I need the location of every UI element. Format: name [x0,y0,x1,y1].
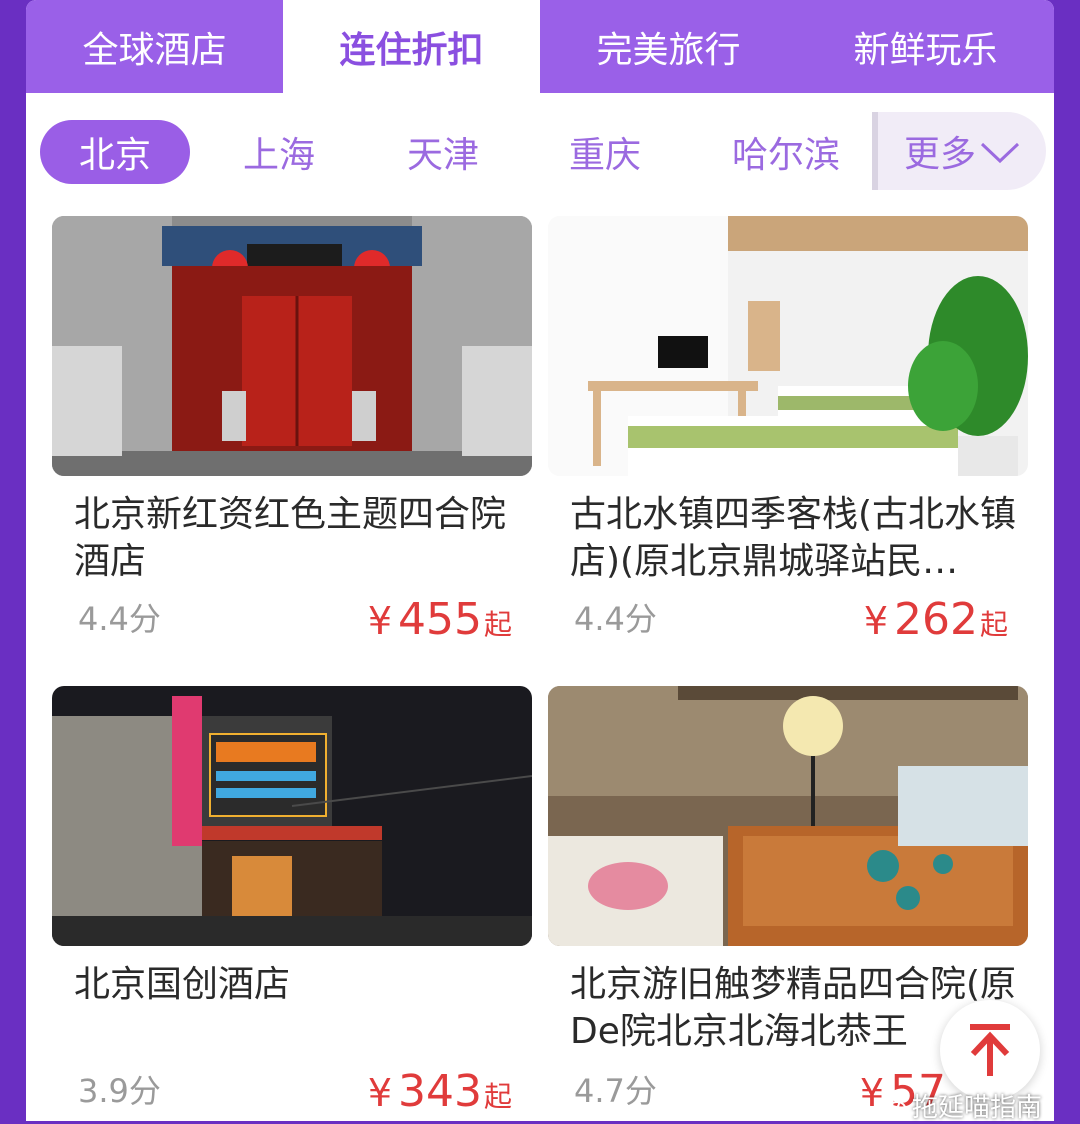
hotel-price: ¥ 262 起 [864,594,1008,645]
price-suffix: 起 [483,608,512,641]
price-suffix: 起 [979,608,1008,641]
tab-fresh-fun[interactable]: 新鲜玩乐 [797,0,1054,93]
currency-symbol: ¥ [367,1071,392,1115]
city-harbin[interactable]: 哈尔滨 [716,120,856,184]
back-to-top-button[interactable] [940,1000,1040,1100]
tab-global-hotels[interactable]: 全球酒店 [26,0,283,93]
city-shanghai[interactable]: 上海 [214,120,344,184]
wechat-icon [880,1095,906,1115]
chevron-down-icon [980,142,1020,164]
currency-symbol: ¥ [367,599,392,643]
more-cities-button[interactable]: 更多 [872,112,1046,190]
hotel-card[interactable]: 古北水镇四季客栈(古北水镇店)(原北京鼎城驿站民… 4.4分 ¥ 262 起 [548,216,1028,656]
hotel-rating: 4.4分 [78,600,161,638]
price-value: 343 [398,1066,482,1117]
city-chongqing[interactable]: 重庆 [540,120,670,184]
hotel-card[interactable]: 北京国创酒店 3.9分 ¥ 343 起 [52,686,532,1121]
price-suffix: 起 [483,1080,512,1113]
hotel-photo[interactable] [548,686,1028,946]
city-beijing[interactable]: 北京 [40,120,190,184]
hotel-price: ¥ 455 起 [368,594,512,645]
arrow-up-icon [970,1024,1010,1076]
price-value: 262 [894,594,978,645]
hotel-photo[interactable] [52,686,532,946]
price-value: 455 [398,594,482,645]
hotel-card[interactable]: 北京新红资红色主题四合院酒店 4.4分 ¥ 455 起 [52,216,532,656]
top-tabs: 全球酒店 连住折扣 完美旅行 新鲜玩乐 [26,0,1054,93]
tab-stay-discount[interactable]: 连住折扣 [283,0,540,93]
app-frame: 全球酒店 连住折扣 完美旅行 新鲜玩乐 北京 上海 天津 重庆 哈尔滨 更多 北… [26,0,1054,1121]
city-tianjin[interactable]: 天津 [378,120,508,184]
hotel-name: 古北水镇四季客栈(古北水镇店)(原北京鼎城驿站民… [570,494,1017,582]
hotel-rating: 4.4分 [574,600,657,638]
hotel-rating: 3.9分 [78,1072,161,1110]
city-filter-bar: 北京 上海 天津 重庆 哈尔滨 更多 [26,110,1054,190]
watermark: 拖延喵指南 [880,1090,1042,1123]
hotel-photo[interactable] [52,216,532,476]
hotel-price: ¥ 343 起 [368,1066,512,1117]
watermark-text: 拖延喵指南 [912,1092,1043,1123]
hotel-name: 北京国创酒店 [74,964,291,1005]
hotel-name: 北京新红资红色主题四合院酒店 [74,494,507,582]
tab-perfect-travel[interactable]: 完美旅行 [540,0,797,93]
hotel-rating: 4.7分 [574,1072,657,1110]
currency-symbol: ¥ [863,599,888,643]
hotel-photo[interactable] [548,216,1028,476]
more-label: 更多 [903,134,976,175]
